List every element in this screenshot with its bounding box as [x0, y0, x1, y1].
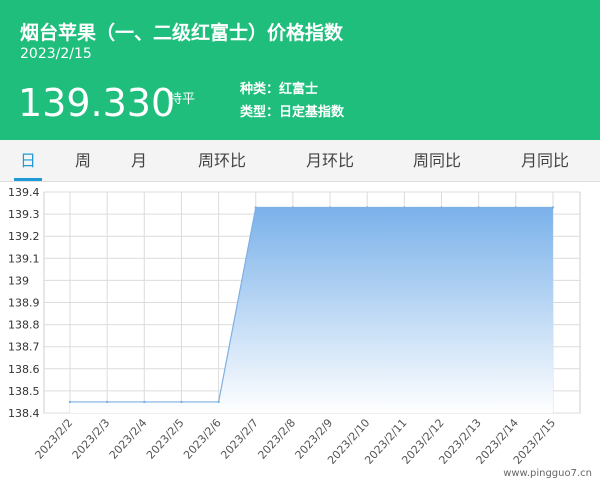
- x-tick-label: 2023/2/8: [255, 416, 298, 461]
- data-point: [217, 400, 220, 404]
- data-point: [514, 206, 517, 209]
- x-tick-label: 2023/2/2: [33, 416, 76, 461]
- price-chart: 139.4 139.3 139.2 139.1 139 138.9 138.8 138.7 13…: [8, 186, 581, 467]
- y-tick-label: 138.6: [8, 363, 40, 376]
- y-tick-label: 138.9: [8, 297, 40, 310]
- data-point: [180, 400, 183, 404]
- variety-label: 种类：红富士: [240, 82, 319, 97]
- y-tick-label: 139.4: [8, 186, 40, 199]
- tab-month-mom[interactable]: 月环比: [306, 140, 354, 181]
- header-banner: 烟台苹果（一、二级红富士）价格指数 2023/2/15 139.330 持平 种…: [0, 0, 600, 140]
- tab-week-mom[interactable]: 周环比: [198, 140, 246, 181]
- x-tick-label: 2023/2/6: [181, 416, 224, 461]
- index-type-label: 类型：日定基指数: [240, 105, 345, 120]
- tab-month-yoy[interactable]: 月同比: [521, 140, 569, 181]
- y-tick-label: 138.4: [8, 407, 40, 420]
- watermark: www.pingguo7.cn: [503, 468, 592, 479]
- data-point: [291, 206, 295, 209]
- data-point: [403, 206, 406, 209]
- data-point: [105, 400, 109, 404]
- tab-week-yoy[interactable]: 周同比: [413, 140, 461, 181]
- x-tick-label: 2023/2/4: [107, 416, 150, 461]
- data-point: [366, 206, 369, 209]
- x-tick-label: 2023/2/3: [70, 416, 113, 461]
- x-tick-label: 2023/2/7: [218, 416, 261, 461]
- data-point: [440, 206, 443, 209]
- trend-label: 持平: [169, 92, 196, 107]
- y-tick-label: 139.1: [8, 252, 40, 265]
- y-tick-label: 139.3: [8, 208, 40, 221]
- tab-month[interactable]: 月: [131, 140, 147, 181]
- page-title: 烟台苹果（一、二级红富士）价格指数: [20, 22, 344, 44]
- x-tick-label: 2023/2/5: [144, 416, 187, 461]
- y-tick-label: 139: [8, 274, 29, 287]
- data-point: [328, 206, 332, 209]
- data-point: [477, 206, 480, 209]
- price-date: 2023/2/15: [20, 46, 92, 62]
- tab-day[interactable]: 日: [13, 140, 43, 181]
- current-price: 139.330: [18, 81, 176, 125]
- data-point: [254, 206, 257, 209]
- data-point: [68, 400, 72, 404]
- y-tick-label: 138.7: [8, 341, 40, 354]
- tab-week[interactable]: 周: [75, 140, 91, 181]
- y-tick-label: 138.5: [8, 385, 40, 398]
- period-tabs: 日 周 月 周环比 月环比 周同比 月同比: [0, 140, 600, 182]
- y-tick-label: 138.8: [8, 319, 40, 332]
- data-point: [551, 206, 555, 209]
- y-tick-label: 139.2: [8, 230, 40, 243]
- data-point: [143, 400, 146, 404]
